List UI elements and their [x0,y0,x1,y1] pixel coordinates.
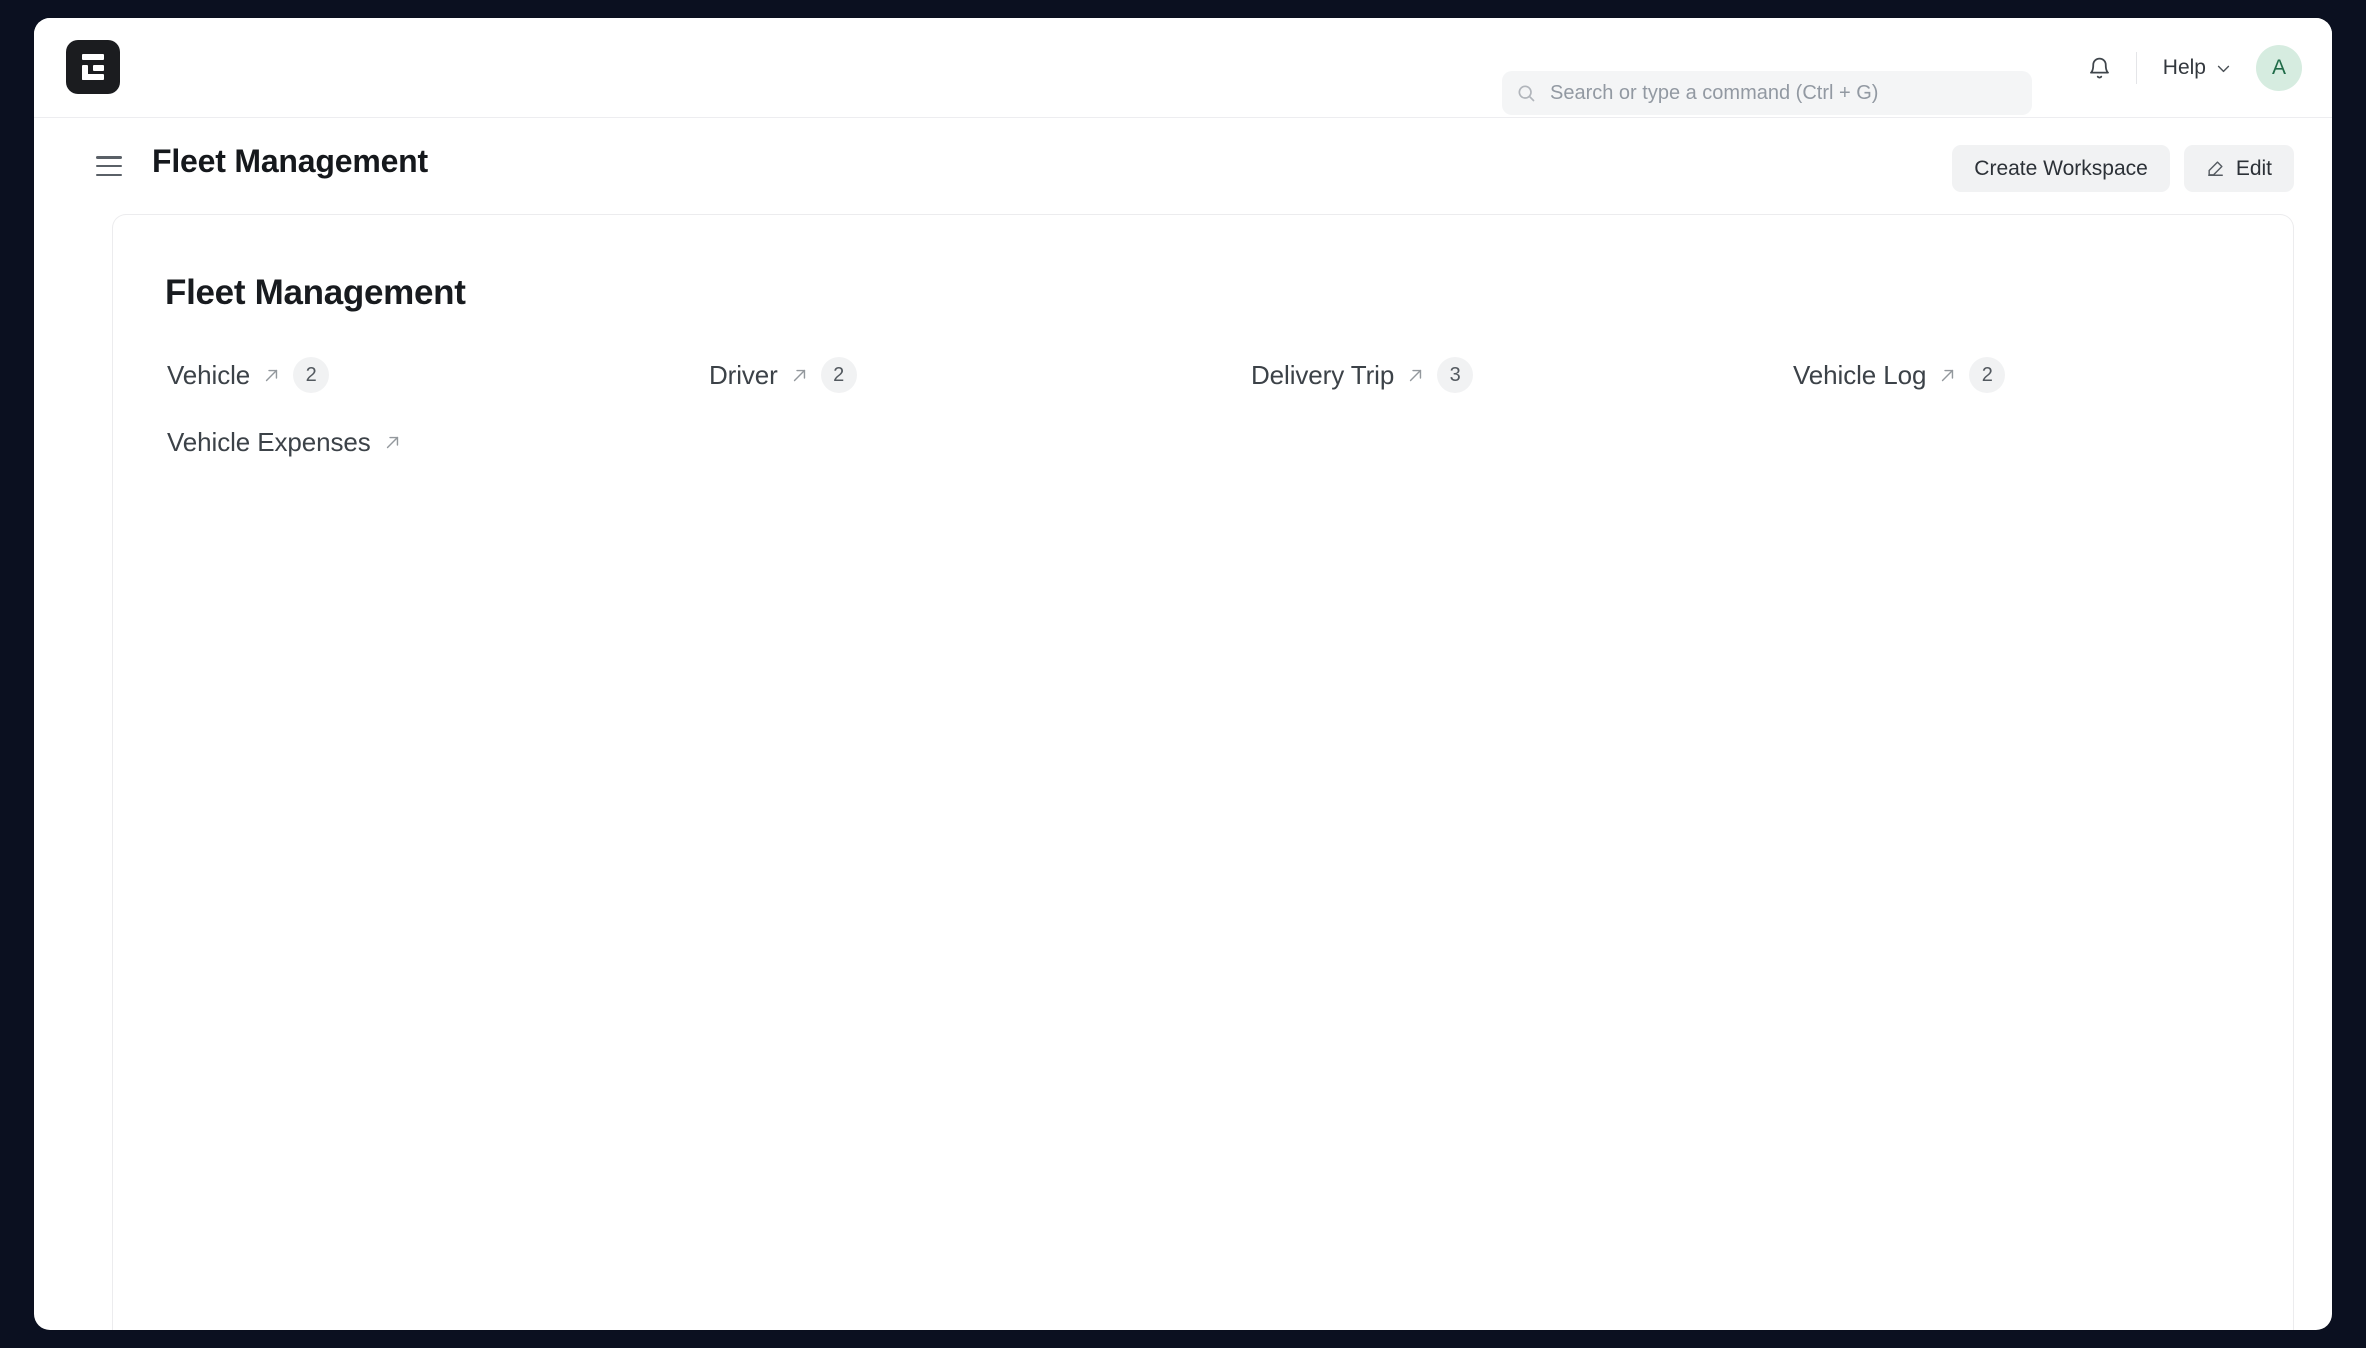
shortcut-label: Vehicle [167,359,251,390]
shortcut-label: Driver [709,359,778,390]
hamburger-line-1 [96,156,122,159]
page-title: Fleet Management [152,143,428,179]
create-workspace-label: Create Workspace [1974,157,2148,180]
page-header-actions: Create Workspace Edit [1952,145,2294,192]
erpnext-logo-icon[interactable] [66,40,120,94]
shortcut-grid: Vehicle 2 Driver 2 Delivery Trip 3 Vehicle Log… [165,353,2293,462]
shortcut-count-badge: 2 [1969,357,2006,393]
logo-bar-bottom [82,74,104,80]
bell-icon [2090,57,2110,78]
arrow-up-right-icon [1942,369,1954,381]
search-input[interactable] [1548,80,2018,106]
shortcut-item[interactable]: Driver 2 [707,353,859,397]
navbar: Help A [34,18,2332,118]
logo-glyph [80,52,106,82]
navbar-divider [2135,52,2137,84]
search-icon [1518,85,1535,102]
global-search-bar[interactable] [1502,71,2032,115]
shortcut-count-badge: 2 [293,357,330,393]
page-header: Fleet Management Create Workspace Edit [34,118,2332,214]
workspace-title: Fleet Management [165,273,466,312]
arrow-up-right-icon [793,369,805,381]
hamburger-line-3 [96,173,122,176]
notifications-button[interactable] [2078,46,2122,90]
logo-bar-right [93,65,104,71]
shortcut-item[interactable]: Vehicle 2 [165,353,331,397]
logo-bar-top [82,54,104,60]
edit-label: Edit [2235,157,2272,180]
shortcut-label: Delivery Trip [1251,359,1395,390]
hamburger-menu-icon[interactable] [96,154,124,178]
help-menu-label: Help [2162,56,2206,79]
shortcut-count-badge: 2 [820,357,857,393]
edit-pencil-icon [2207,161,2223,176]
shortcut-count-badge: 3 [1437,357,1474,393]
edit-button[interactable]: Edit [2183,145,2294,192]
shortcut-label: Vehicle Expenses [167,427,371,457]
avatar-initial: A [2271,56,2286,79]
create-workspace-button[interactable]: Create Workspace [1952,145,2170,192]
shortcut-item[interactable]: Vehicle Expenses [165,423,403,462]
chevron-down-icon [2217,65,2230,72]
shortcut-item[interactable]: Vehicle Log 2 [1791,353,2007,397]
avatar[interactable]: A [2256,45,2302,91]
desktop-frame: Help A Fleet Management Crea [0,0,2366,1348]
navbar-right-cluster: Help A [2078,18,2302,118]
hamburger-line-2 [96,164,122,168]
help-menu-button[interactable]: Help [2155,50,2240,86]
arrow-up-right-icon [265,369,278,381]
workspace-card: Fleet Management Vehicle 2 Driver 2 Delivery… [112,214,2294,1330]
shortcut-label: Vehicle Log [1793,359,1927,390]
app-window: Help A Fleet Management Crea [34,18,2332,1330]
arrow-up-right-icon [1410,369,1422,381]
content-area: Fleet Management Vehicle 2 Driver 2 Delivery… [34,214,2332,1330]
arrow-up-right-icon [386,436,398,449]
shortcut-item[interactable]: Delivery Trip 3 [1249,353,1475,397]
